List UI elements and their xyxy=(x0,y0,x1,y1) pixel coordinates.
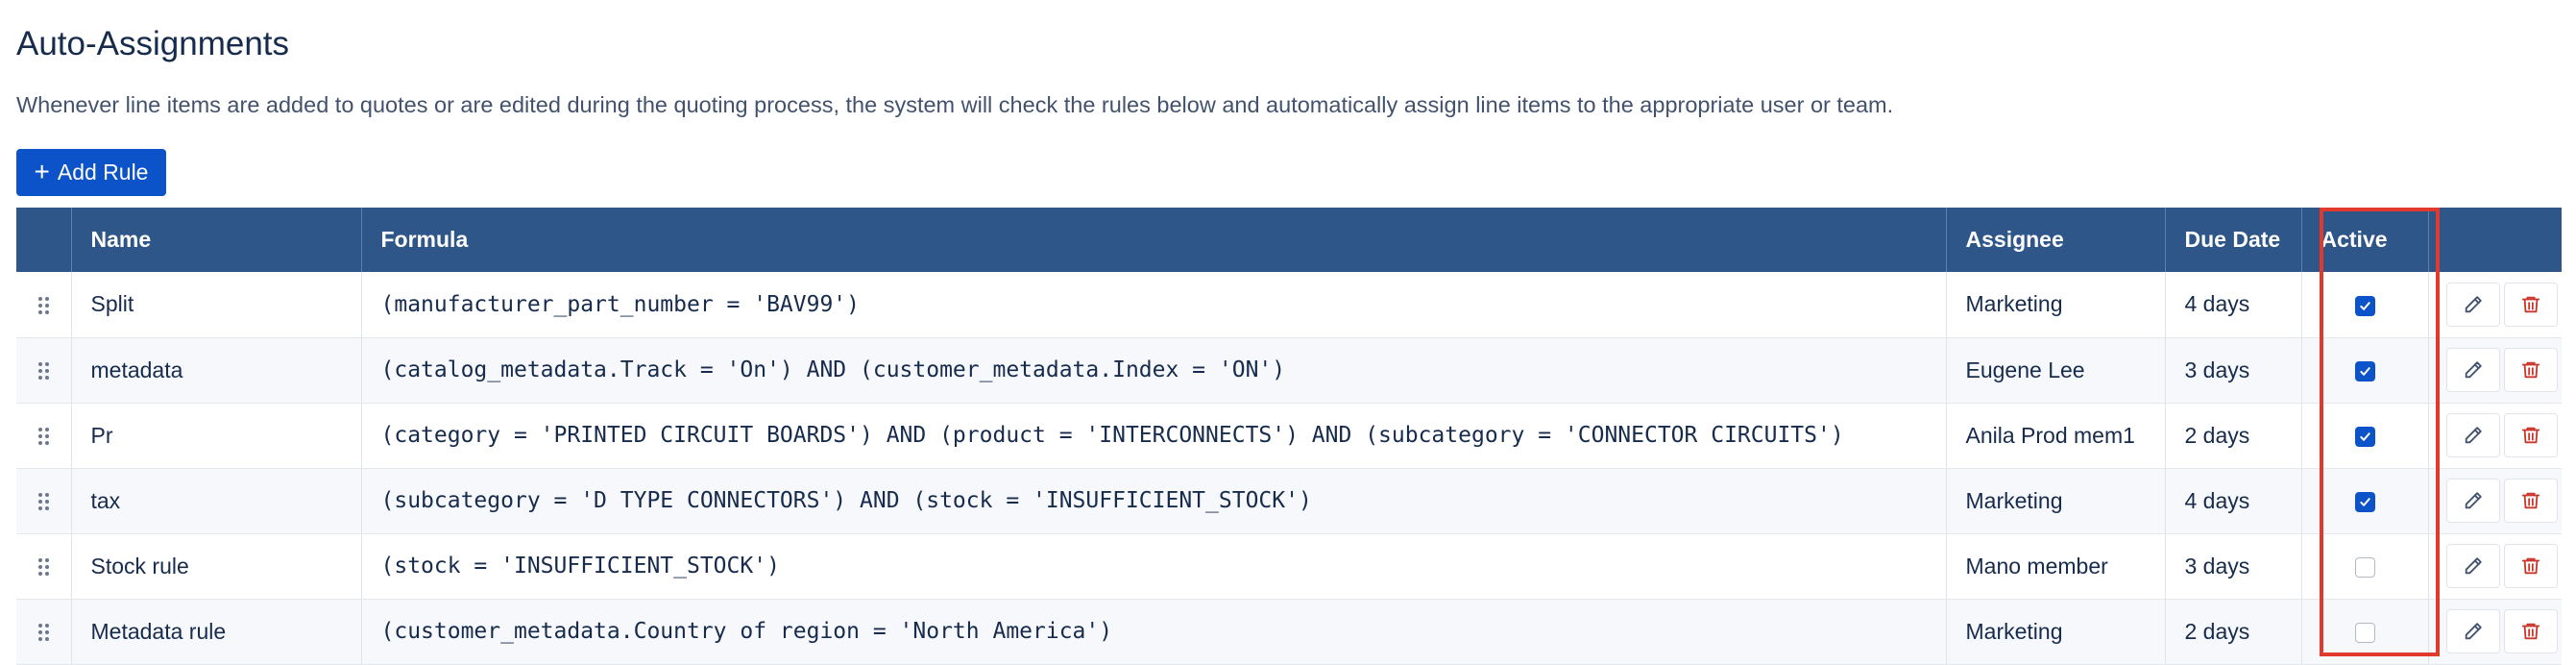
rule-name: Split xyxy=(71,272,362,338)
trash-icon xyxy=(2521,427,2540,444)
drag-handle-icon xyxy=(37,428,49,446)
edit-rule-button[interactable] xyxy=(2445,348,2500,392)
edit-rule-button[interactable] xyxy=(2445,413,2500,457)
pencil-icon xyxy=(2465,361,2482,379)
rule-name: metadata xyxy=(71,337,362,404)
rule-name: Metadata rule xyxy=(71,599,362,665)
drag-handle[interactable] xyxy=(16,533,72,600)
drag-handle-icon xyxy=(37,493,49,511)
delete-rule-button[interactable] xyxy=(2503,348,2558,392)
rule-active-cell xyxy=(2301,533,2429,600)
rule-actions xyxy=(2428,337,2562,404)
rule-active-cell xyxy=(2301,599,2429,665)
column-header-assignee[interactable]: Assignee xyxy=(1946,208,2166,272)
delete-rule-button[interactable] xyxy=(2503,282,2558,327)
pencil-icon xyxy=(2465,557,2482,575)
column-header-due-date[interactable]: Due Date xyxy=(2165,208,2302,272)
table-row: metadata (catalog_metadata.Track = 'On')… xyxy=(16,337,2562,404)
edit-rule-button[interactable] xyxy=(2445,544,2500,588)
active-checkbox[interactable] xyxy=(2354,622,2375,643)
column-header-name[interactable]: Name xyxy=(71,208,362,272)
rule-assignee: Marketing xyxy=(1946,599,2166,665)
table-row: tax (subcategory = 'D TYPE CONNECTORS') … xyxy=(16,468,2562,534)
active-checkbox[interactable] xyxy=(2354,295,2375,316)
page-description: Whenever line items are added to quotes … xyxy=(16,92,1894,117)
rule-assignee: Marketing xyxy=(1946,272,2166,338)
rule-assignee: Marketing xyxy=(1946,468,2166,534)
column-header-actions xyxy=(2428,208,2562,272)
rule-formula: (category = 'PRINTED CIRCUIT BOARDS') AN… xyxy=(361,403,1947,469)
edit-rule-button[interactable] xyxy=(2445,609,2500,653)
rule-name: tax xyxy=(71,468,362,534)
rule-formula: (stock = 'INSUFFICIENT_STOCK') xyxy=(361,533,1947,600)
drag-handle[interactable] xyxy=(16,599,72,665)
rule-formula: (catalog_metadata.Track = 'On') AND (cus… xyxy=(361,337,1947,404)
drag-handle-icon xyxy=(37,624,49,642)
column-header-active[interactable]: Active xyxy=(2301,208,2429,272)
edit-rule-button[interactable] xyxy=(2445,479,2500,523)
rule-actions xyxy=(2428,272,2562,338)
pencil-icon xyxy=(2465,427,2482,444)
trash-icon xyxy=(2521,623,2540,640)
edit-rule-button[interactable] xyxy=(2445,282,2500,327)
column-header-handle xyxy=(16,208,72,272)
drag-handle[interactable] xyxy=(16,468,72,534)
rule-due-date: 3 days xyxy=(2165,533,2302,600)
drag-handle[interactable] xyxy=(16,337,72,404)
pencil-icon xyxy=(2465,492,2482,509)
table-row: Stock rule (stock = 'INSUFFICIENT_STOCK'… xyxy=(16,533,2562,600)
rule-due-date: 3 days xyxy=(2165,337,2302,404)
rule-due-date: 4 days xyxy=(2165,272,2302,338)
pencil-icon xyxy=(2465,623,2482,640)
rule-assignee: Anila Prod mem1 xyxy=(1946,403,2166,469)
drag-handle[interactable] xyxy=(16,403,72,469)
table-body: Split (manufacturer_part_number = 'BAV99… xyxy=(16,272,2562,665)
trash-icon xyxy=(2521,296,2540,312)
rules-table: Name Formula Assignee Due Date Active Sp… xyxy=(16,208,2562,665)
rule-active-cell xyxy=(2301,403,2429,469)
page-title: Auto-Assignments xyxy=(16,25,290,62)
table-row: Metadata rule (customer_metadata.Country… xyxy=(16,599,2562,665)
active-checkbox[interactable] xyxy=(2354,426,2375,447)
rule-actions xyxy=(2428,533,2562,600)
trash-icon xyxy=(2521,361,2540,379)
rule-actions xyxy=(2428,599,2562,665)
rule-actions xyxy=(2428,403,2562,469)
delete-rule-button[interactable] xyxy=(2503,479,2558,523)
table-row: Pr (category = 'PRINTED CIRCUIT BOARDS')… xyxy=(16,403,2562,469)
drag-handle[interactable] xyxy=(16,272,72,338)
active-checkbox[interactable] xyxy=(2354,556,2375,578)
rule-assignee: Eugene Lee xyxy=(1946,337,2166,404)
delete-rule-button[interactable] xyxy=(2503,609,2558,653)
trash-icon xyxy=(2521,557,2540,575)
add-rule-label: Add Rule xyxy=(57,160,149,185)
plus-icon: + xyxy=(34,156,50,186)
rule-due-date: 2 days xyxy=(2165,403,2302,469)
rule-active-cell xyxy=(2301,468,2429,534)
column-header-formula[interactable]: Formula xyxy=(361,208,1947,272)
add-rule-button[interactable]: + Add Rule xyxy=(16,149,166,196)
rule-formula: (subcategory = 'D TYPE CONNECTORS') AND … xyxy=(361,468,1947,534)
rule-active-cell xyxy=(2301,337,2429,404)
active-checkbox[interactable] xyxy=(2354,491,2375,512)
drag-handle-icon xyxy=(37,558,49,577)
rule-due-date: 2 days xyxy=(2165,599,2302,665)
rule-actions xyxy=(2428,468,2562,534)
drag-handle-icon xyxy=(37,362,49,381)
table-header: Name Formula Assignee Due Date Active xyxy=(16,208,2562,272)
rule-formula: (manufacturer_part_number = 'BAV99') xyxy=(361,272,1947,338)
pencil-icon xyxy=(2465,296,2482,312)
delete-rule-button[interactable] xyxy=(2503,544,2558,588)
rule-due-date: 4 days xyxy=(2165,468,2302,534)
active-checkbox[interactable] xyxy=(2354,360,2375,382)
rule-active-cell xyxy=(2301,272,2429,338)
rule-assignee: Mano member xyxy=(1946,533,2166,600)
rule-name: Stock rule xyxy=(71,533,362,600)
table-row: Split (manufacturer_part_number = 'BAV99… xyxy=(16,272,2562,338)
rule-formula: (customer_metadata.Country of region = '… xyxy=(361,599,1947,665)
trash-icon xyxy=(2521,492,2540,509)
delete-rule-button[interactable] xyxy=(2503,413,2558,457)
drag-handle-icon xyxy=(37,297,49,315)
rule-name: Pr xyxy=(71,403,362,469)
